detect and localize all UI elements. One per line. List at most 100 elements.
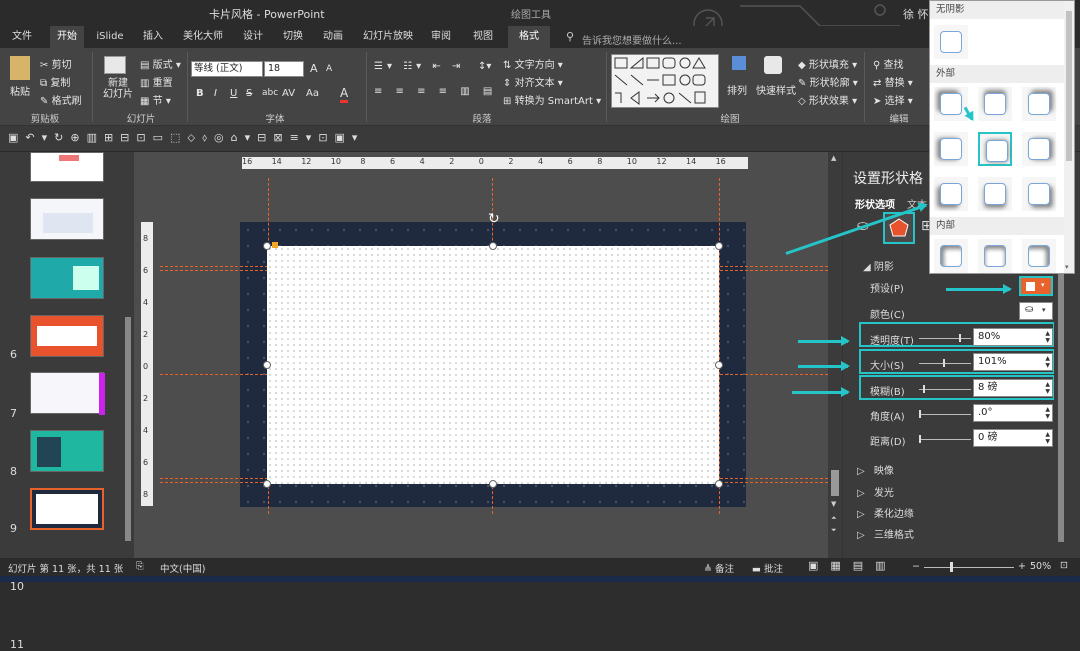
font-color-button[interactable]: A xyxy=(340,86,349,103)
slider-thumb[interactable] xyxy=(943,359,945,367)
slider-thumb[interactable] xyxy=(919,410,921,418)
resize-handle[interactable] xyxy=(263,242,271,250)
resize-handle[interactable] xyxy=(715,242,723,250)
tab-file[interactable]: 文件 xyxy=(4,26,40,48)
shapes-gallery[interactable] xyxy=(611,54,719,108)
zoom-level[interactable]: 50% xyxy=(1030,561,1051,572)
spinner-arrows-icon[interactable]: ▲ ▼ xyxy=(1045,355,1050,369)
transparency-slider[interactable] xyxy=(919,338,971,339)
no-shadow-option[interactable] xyxy=(934,25,968,59)
italic-button[interactable]: I xyxy=(214,88,217,99)
white-card-shape[interactable] xyxy=(267,246,719,484)
quick-styles-button[interactable]: 快速样式 xyxy=(756,82,796,97)
3d-format-section[interactable]: ▷ 三维格式 xyxy=(857,526,914,541)
tell-me-input[interactable]: 告诉我您想要做什么... xyxy=(582,32,682,47)
glow-section[interactable]: ▷ 发光 xyxy=(857,484,894,499)
tab-insert[interactable]: 插入 xyxy=(136,26,170,48)
slide-thumbnail-active[interactable] xyxy=(30,488,104,530)
tab-animations[interactable]: 动画 xyxy=(316,26,350,48)
line-spacing-button[interactable]: ↕▾ xyxy=(478,61,491,72)
transparency-input[interactable]: 80% ▲ ▼ xyxy=(973,328,1053,346)
smartart-button[interactable]: ⊞ 转换为 SmartArt ▾ xyxy=(503,92,601,107)
tab-slideshow[interactable]: 幻灯片放映 xyxy=(358,26,418,48)
guide-line[interactable] xyxy=(719,178,720,514)
zoom-in-icon[interactable]: + xyxy=(1018,561,1026,572)
slide-thumbnail[interactable] xyxy=(30,430,104,472)
slide-thumbnail[interactable] xyxy=(30,257,104,299)
new-slide-icon[interactable] xyxy=(104,56,126,74)
notes-button[interactable]: ≜ 备注 xyxy=(704,561,734,575)
scrollbar-thumb[interactable] xyxy=(1058,252,1064,542)
slider-thumb[interactable] xyxy=(923,385,925,393)
inner-shadow-option[interactable] xyxy=(934,239,968,273)
replace-button[interactable]: ⇄ 替换 ▾ xyxy=(873,74,913,89)
slider-thumb[interactable] xyxy=(959,334,961,342)
distance-input[interactable]: 0 磅 ▲ ▼ xyxy=(973,429,1053,447)
paste-button[interactable]: 粘贴 xyxy=(10,83,30,98)
blur-slider[interactable] xyxy=(919,389,971,390)
fit-slide-icon[interactable]: ⊡ xyxy=(1060,560,1068,571)
outer-shadow-option[interactable] xyxy=(978,177,1012,211)
tab-home[interactable]: 开始 xyxy=(50,26,84,48)
inner-shadow-option[interactable] xyxy=(1022,239,1056,273)
tab-shape-options[interactable]: 形状选项 xyxy=(855,196,895,211)
format-painter-button[interactable]: ✎ 格式刷 xyxy=(40,92,82,107)
font-name-select[interactable]: 等线 (正文) xyxy=(191,61,263,77)
underline-button[interactable]: U xyxy=(230,88,237,99)
outer-shadow-option[interactable] xyxy=(934,177,968,211)
distance-slider[interactable] xyxy=(919,439,971,440)
arrange-button[interactable]: 排列 xyxy=(727,82,747,97)
text-direction-button[interactable]: ⇅ 文字方向 ▾ xyxy=(503,56,563,71)
outer-shadow-option[interactable] xyxy=(1022,132,1056,166)
tab-view[interactable]: 视图 xyxy=(466,26,500,48)
size-slider[interactable] xyxy=(919,363,971,364)
spinner-arrows-icon[interactable]: ▲ ▼ xyxy=(1045,406,1050,420)
outer-shadow-option[interactable] xyxy=(978,87,1012,121)
new-slide-button[interactable]: 新建 幻灯片 xyxy=(98,78,138,100)
align-text-button[interactable]: ⇕ 对齐文本 ▾ xyxy=(503,74,563,89)
change-case-button[interactable]: Aa xyxy=(306,88,319,99)
scrollbar-thumb[interactable] xyxy=(125,317,131,541)
zoom-slider-thumb[interactable] xyxy=(950,562,953,572)
view-buttons[interactable]: ▣▦▤▥ xyxy=(808,559,898,572)
slide-thumbnail[interactable] xyxy=(30,315,104,357)
next-slide-icon[interactable]: ⏷ xyxy=(831,526,837,535)
slide-thumbnail[interactable] xyxy=(30,198,104,240)
tab-beautify[interactable]: 美化大师 xyxy=(178,26,228,48)
bold-button[interactable]: B xyxy=(196,88,204,99)
tab-islide[interactable]: iSlide xyxy=(92,26,128,48)
canvas-scrollbar[interactable]: ▲ ▼ ⏶ ⏷ xyxy=(828,152,842,558)
resize-handle[interactable] xyxy=(489,480,497,488)
scrollbar-thumb[interactable] xyxy=(1066,11,1072,161)
outer-shadow-option[interactable] xyxy=(1022,177,1056,211)
slide-thumbnail[interactable] xyxy=(30,372,105,415)
find-button[interactable]: ⚲ 查找 xyxy=(873,56,904,71)
qat-icons[interactable]: ▣↶▾↻⊕▥⊞⊟⊡▭⬚⬦⬨◎⌂▾⊟⊠≡▾⊡▣▾ xyxy=(8,131,364,145)
gallery-scrollbar[interactable]: ▾ xyxy=(1064,1,1074,273)
spinner-arrows-icon[interactable]: ▲ ▼ xyxy=(1045,330,1050,344)
text-shadow-button[interactable]: abc xyxy=(262,88,278,98)
prev-slide-icon[interactable]: ⏶ xyxy=(831,514,837,523)
char-spacing-button[interactable]: AV xyxy=(282,88,295,99)
soft-edges-section[interactable]: ▷ 柔化边缘 xyxy=(857,505,914,520)
shape-fill-button[interactable]: ◆ 形状填充 ▾ xyxy=(798,56,857,71)
resize-handle[interactable] xyxy=(489,242,497,250)
zoom-out-icon[interactable]: − xyxy=(912,561,920,572)
spinner-arrows-icon[interactable]: ▲ ▼ xyxy=(1045,381,1050,395)
tab-format[interactable]: 格式 xyxy=(508,26,550,48)
resize-handle[interactable] xyxy=(715,480,723,488)
angle-slider[interactable] xyxy=(919,414,971,415)
slider-thumb[interactable] xyxy=(919,435,921,443)
outer-shadow-option[interactable] xyxy=(934,87,968,121)
reflection-section[interactable]: ▷ 映像 xyxy=(857,462,894,477)
resize-handle[interactable] xyxy=(263,361,271,369)
shrink-font-button[interactable]: A xyxy=(326,64,332,74)
arrange-icon[interactable] xyxy=(732,56,746,70)
inner-shadow-option[interactable] xyxy=(978,239,1012,273)
outer-shadow-option[interactable] xyxy=(1022,87,1056,121)
zoom-slider[interactable] xyxy=(924,567,1014,568)
select-button[interactable]: ➤ 选择 ▾ xyxy=(873,92,913,107)
scroll-up-icon[interactable]: ▲ xyxy=(831,154,836,162)
tab-transitions[interactable]: 切换 xyxy=(276,26,310,48)
outer-shadow-center-selected[interactable] xyxy=(978,132,1012,166)
